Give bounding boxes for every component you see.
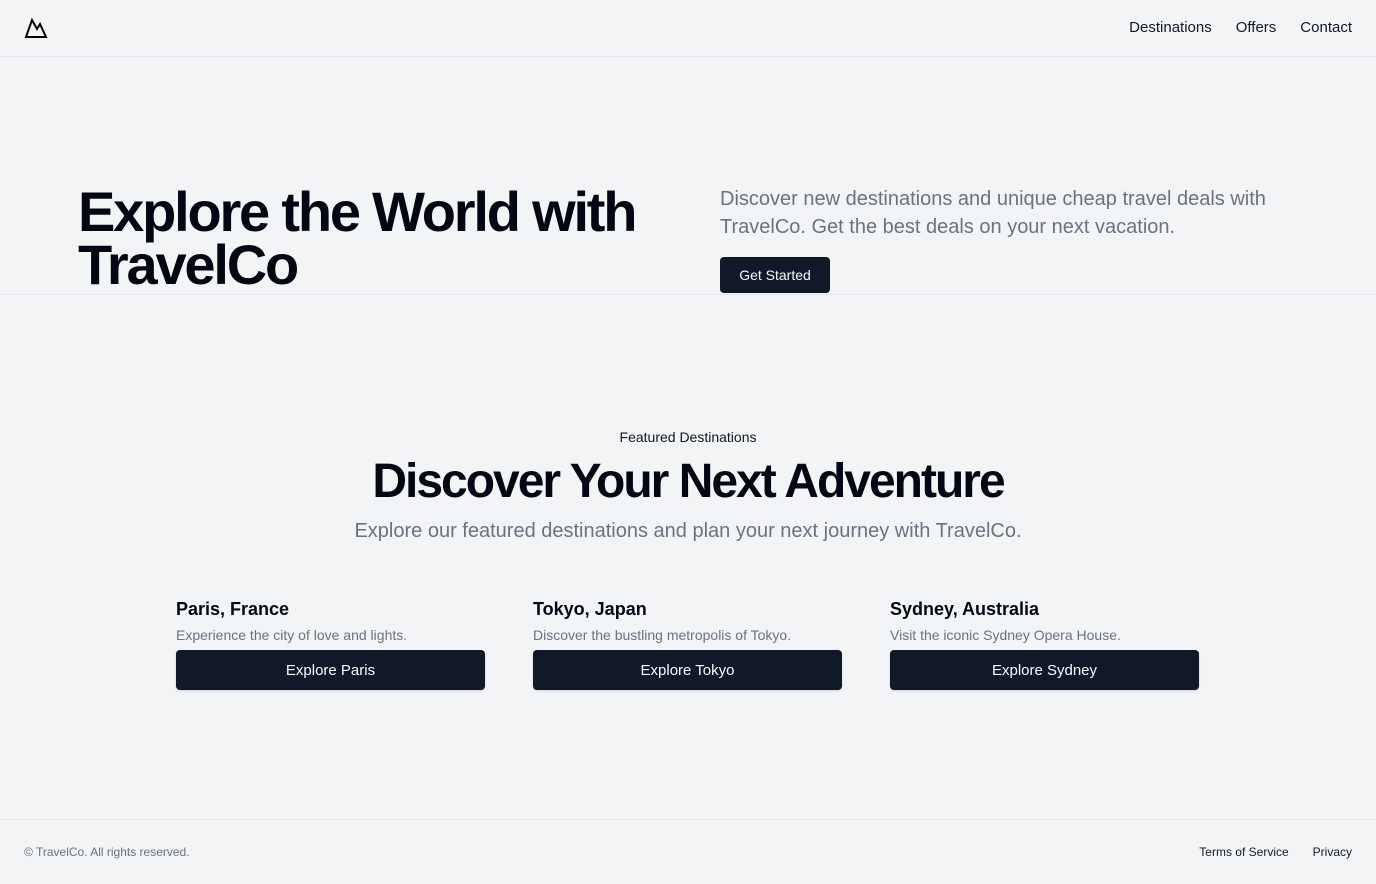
- featured-label: Featured Destinations: [619, 429, 757, 445]
- explore-sydney-button[interactable]: Explore Sydney: [890, 650, 1199, 690]
- card-title: Tokyo, Japan: [533, 599, 647, 619]
- explore-paris-button[interactable]: Explore Paris: [176, 650, 485, 690]
- terms-of-service-link[interactable]: Terms of Service: [1199, 845, 1288, 859]
- card-title: Sydney, Australia: [890, 599, 1040, 619]
- nav-contact-link[interactable]: Contact: [1300, 18, 1352, 38]
- home-logo-link[interactable]: [24, 16, 48, 40]
- privacy-link[interactable]: Privacy: [1313, 845, 1352, 859]
- get-started-button[interactable]: Get Started: [720, 257, 830, 293]
- card-description: Experience the city of love and lights.: [176, 627, 408, 643]
- hero-title: Explore the World with TravelCo: [78, 180, 637, 296]
- mountain-icon: [24, 17, 48, 38]
- destination-card-tokyo: Tokyo, Japan Discover the bustling metro…: [533, 597, 842, 690]
- destination-card-paris: Paris, France Experience the city of lov…: [176, 597, 485, 690]
- hero-section: Explore the World with TravelCo Discover…: [0, 57, 1376, 295]
- explore-tokyo-button[interactable]: Explore Tokyo: [533, 650, 842, 690]
- footer-nav: Terms of Service Privacy: [1199, 845, 1352, 859]
- hero-description: Discover new destinations and unique che…: [720, 188, 1266, 238]
- destination-card-sydney: Sydney, Australia Visit the iconic Sydne…: [890, 597, 1199, 690]
- destination-cards: Paris, France Experience the city of lov…: [176, 597, 1200, 690]
- nav-destinations-link[interactable]: Destinations: [1129, 18, 1212, 38]
- page: Destinations Offers Contact Explore the …: [0, 0, 1376, 884]
- main-nav: Destinations Offers Contact: [1129, 18, 1352, 38]
- card-title: Paris, France: [176, 599, 290, 619]
- site-footer: © TravelCo. All rights reserved. Terms o…: [0, 819, 1376, 884]
- copyright-text: © TravelCo. All rights reserved.: [24, 845, 190, 859]
- nav-offers-link[interactable]: Offers: [1236, 18, 1277, 38]
- card-description: Visit the iconic Sydney Opera House.: [890, 627, 1121, 643]
- card-description: Discover the bustling metropolis of Toky…: [533, 627, 792, 643]
- featured-subtitle: Explore our featured destinations and pl…: [354, 520, 1022, 542]
- featured-title: Discover Your Next Adventure: [372, 455, 1005, 508]
- site-header: Destinations Offers Contact: [0, 0, 1376, 57]
